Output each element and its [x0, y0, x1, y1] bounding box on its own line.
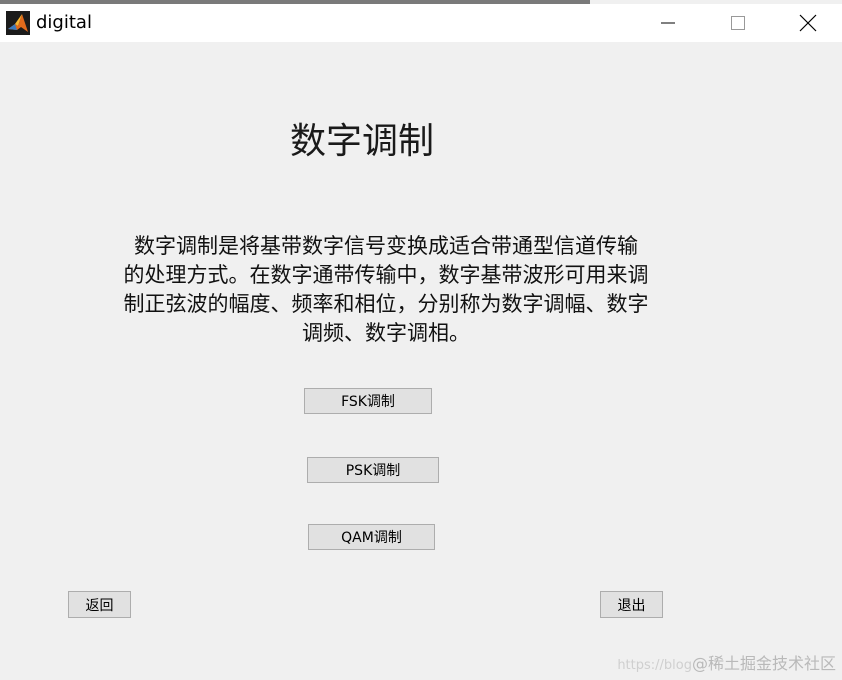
qam-modulation-button[interactable]: QAM调制 — [308, 524, 435, 550]
description-line-4: 调频、数字调相。 — [302, 321, 470, 345]
watermark-text: @稀土掘金技术社区 — [691, 654, 836, 673]
minimize-button[interactable] — [633, 4, 703, 42]
fsk-modulation-button[interactable]: FSK调制 — [304, 388, 432, 414]
matlab-logo-icon — [6, 11, 30, 35]
psk-modulation-button[interactable]: PSK调制 — [307, 457, 439, 483]
description-line-3: 制正弦波的幅度、频率和相位，分别称为数字调幅、数字 — [123, 292, 649, 316]
watermark: https://blog@稀土掘金技术社区 — [617, 650, 836, 674]
maximize-button[interactable] — [703, 4, 773, 42]
app-window: digital 数字调制 数字调制是将基带数字信号变换成适合带通型信道传输 的处… — [0, 0, 842, 680]
maximize-icon — [731, 16, 745, 30]
close-icon — [799, 14, 817, 32]
back-button[interactable]: 返回 — [68, 591, 131, 618]
minimize-icon — [661, 22, 675, 24]
exit-button[interactable]: 退出 — [600, 591, 663, 618]
title-bar[interactable]: digital — [0, 4, 842, 42]
description-text: 数字调制是将基带数字信号变换成适合带通型信道传输 的处理方式。在数字通带传输中，… — [80, 232, 692, 348]
watermark-url: https://blog — [617, 658, 692, 673]
description-line-2: 的处理方式。在数字通带传输中，数字基带波形可用来调 — [123, 263, 649, 287]
close-button[interactable] — [773, 4, 842, 42]
page-title: 数字调制 — [289, 121, 434, 162]
description-line-1: 数字调制是将基带数字信号变换成适合带通型信道传输 — [134, 234, 638, 258]
window-title: digital — [36, 12, 92, 33]
